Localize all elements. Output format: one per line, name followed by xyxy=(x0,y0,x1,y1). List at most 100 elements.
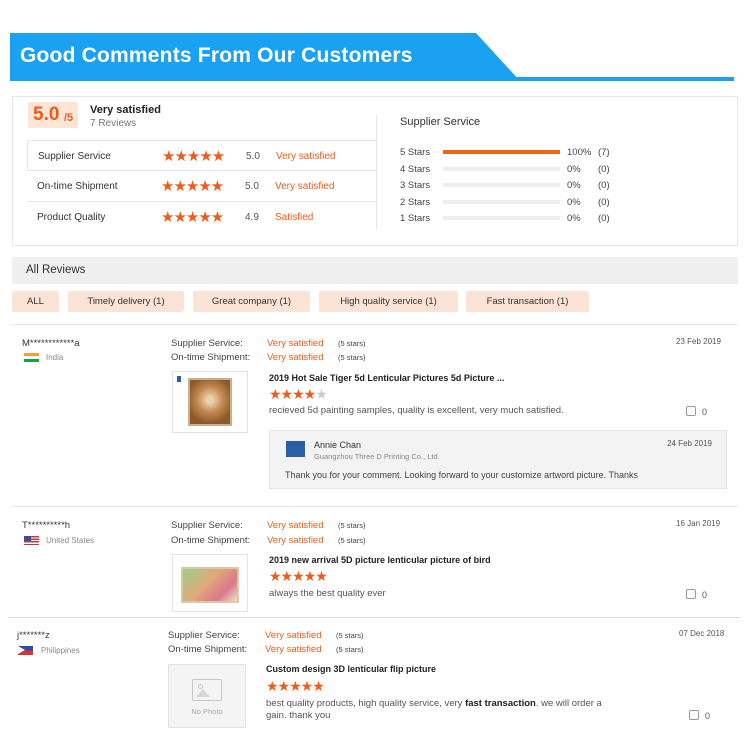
supplier-service-label: Supplier Service: xyxy=(168,630,240,641)
distribution-count: (7) xyxy=(598,147,610,158)
product-rating-stars-icon: ★★★★★ xyxy=(269,568,328,585)
distribution-label: 4 Stars xyxy=(400,164,431,175)
star-rating-icon: ★★★★★ xyxy=(161,209,224,226)
metric-name: Supplier Service xyxy=(38,151,111,162)
distribution-percent: 0% xyxy=(567,197,581,208)
distribution-label: 5 Stars xyxy=(400,147,431,158)
distribution-fill xyxy=(443,150,560,154)
metric-text: Very satisfied xyxy=(275,181,335,192)
bird-picture-image xyxy=(181,567,239,603)
company-logo-icon xyxy=(286,441,305,457)
filter-tag-great-company[interactable]: Great company (1) xyxy=(193,291,310,312)
review-date: 07 Dec 2018 xyxy=(679,629,725,638)
supplier-reply: Annie Chan Guangzhou Three D Printing Co… xyxy=(269,430,727,489)
product-title[interactable]: 2019 Hot Sale Tiger 5d Lenticular Pictur… xyxy=(269,373,504,383)
distribution-percent: 0% xyxy=(567,213,581,224)
thumbs-up-icon xyxy=(689,710,699,720)
reviewer-country: United States xyxy=(46,536,95,545)
reviewer-name: M************a xyxy=(22,338,80,349)
metric-name: Product Quality xyxy=(37,212,106,223)
divider xyxy=(8,617,740,618)
metric-name: On-time Shipment xyxy=(37,181,118,192)
review-comment: always the best quality ever xyxy=(269,588,386,599)
supplier-service-stars: (5 stars) xyxy=(336,631,364,640)
ontime-shipment-label: On-time Shipment: xyxy=(171,352,251,363)
distribution-title: Supplier Service xyxy=(400,116,481,128)
review-date: 23 Feb 2019 xyxy=(676,337,721,346)
page-title: Good Comments From Our Customers xyxy=(20,44,413,67)
distribution-count: (0) xyxy=(598,180,610,191)
all-reviews-bar: All Reviews xyxy=(12,257,738,284)
distribution-label: 2 Stars xyxy=(400,197,431,208)
metric-row-supplier-service: Supplier Service ★★★★★ 5.0 Very satisfie… xyxy=(27,140,377,171)
video-badge-icon xyxy=(177,376,181,382)
ontime-shipment-stars: (5 stars) xyxy=(338,536,366,545)
metric-score: 4.9 xyxy=(245,212,259,223)
distribution-row-3: 3 Stars 0% (0) xyxy=(400,178,720,192)
distribution-bar xyxy=(443,183,560,187)
like-count: 0 xyxy=(702,407,708,417)
header-banner: Good Comments From Our Customers xyxy=(10,33,734,81)
star-rating-icon: ★★★★★ xyxy=(161,178,224,195)
ontime-shipment-label: On-time Shipment: xyxy=(168,644,248,655)
like-button[interactable]: 0 xyxy=(686,589,707,600)
reviewer-name: T**********h xyxy=(22,520,71,531)
philippines-flag-icon xyxy=(18,646,33,655)
supplier-service-value: Very satisfied xyxy=(267,338,324,349)
ontime-shipment-stars: (5 stars) xyxy=(336,645,364,654)
like-count: 0 xyxy=(705,711,711,721)
supplier-service-value: Very satisfied xyxy=(265,630,322,641)
ontime-shipment-value: Very satisfied xyxy=(267,352,324,363)
reviewer-country: Philippines xyxy=(41,646,80,655)
metric-row-product-quality: Product Quality ★★★★★ 4.9 Satisfied xyxy=(27,202,377,233)
reviewer-country: India xyxy=(46,353,64,362)
reply-text: Thank you for your comment. Looking forw… xyxy=(285,470,638,480)
overall-label: Very satisfied xyxy=(90,104,161,116)
ontime-shipment-label: On-time Shipment: xyxy=(171,535,251,546)
filter-tag-timely-delivery[interactable]: Timely delivery (1) xyxy=(68,291,184,312)
rating-summary: 5.0 /5 Very satisfied 7 Reviews Supplier… xyxy=(12,96,738,246)
like-count: 0 xyxy=(702,590,708,600)
distribution-bar xyxy=(443,167,560,171)
product-thumbnail[interactable] xyxy=(172,371,248,433)
supplier-service-stars: (5 stars) xyxy=(338,521,366,530)
star-on-icon: ★★★★ xyxy=(269,386,316,402)
ontime-shipment-stars: (5 stars) xyxy=(338,353,366,362)
distribution-label: 1 Stars xyxy=(400,213,431,224)
review-count: 7 Reviews xyxy=(90,118,137,129)
summary-divider xyxy=(376,115,377,230)
reply-date: 24 Feb 2019 xyxy=(667,439,712,448)
metric-row-ontime-shipment: On-time Shipment ★★★★★ 5.0 Very satisfie… xyxy=(27,171,377,202)
product-thumbnail[interactable]: No Photo xyxy=(168,664,246,728)
product-title[interactable]: 2019 new arrival 5D picture lenticular p… xyxy=(269,555,491,565)
metric-score: 5.0 xyxy=(245,181,259,192)
metric-table: Supplier Service ★★★★★ 5.0 Very satisfie… xyxy=(27,140,377,233)
distribution-row-2: 2 Stars 0% (0) xyxy=(400,195,720,209)
product-rating-stars-icon: ★★★★★ xyxy=(269,386,328,403)
filter-tag-fast-transaction[interactable]: Fast transaction (1) xyxy=(466,291,589,312)
image-placeholder-icon xyxy=(192,679,222,701)
overall-score-badge: 5.0 /5 xyxy=(28,102,78,128)
ontime-shipment-value: Very satisfied xyxy=(265,644,322,655)
reviewer-name: j*******z xyxy=(17,630,50,641)
product-thumbnail[interactable] xyxy=(172,554,248,612)
united-states-flag-icon xyxy=(24,536,39,545)
distribution-percent: 100% xyxy=(567,147,592,158)
like-button[interactable]: 0 xyxy=(686,406,707,417)
supplier-service-label: Supplier Service: xyxy=(171,520,243,531)
filter-tag-high-quality-service[interactable]: High quality service (1) xyxy=(319,291,458,312)
supplier-service-stars: (5 stars) xyxy=(338,339,366,348)
ontime-shipment-value: Very satisfied xyxy=(267,535,324,546)
filter-tag-all[interactable]: ALL xyxy=(12,291,59,312)
distribution-count: (0) xyxy=(598,213,610,224)
metric-text: Satisfied xyxy=(275,212,314,223)
product-title[interactable]: Custom design 3D lenticular flip picture xyxy=(266,664,436,674)
supplier-service-value: Very satisfied xyxy=(267,520,324,531)
like-button[interactable]: 0 xyxy=(689,710,710,721)
distribution-bar xyxy=(443,216,560,220)
overall-score: 5.0 xyxy=(33,104,60,125)
distribution-count: (0) xyxy=(598,197,610,208)
metric-text: Very satisfied xyxy=(276,151,336,162)
distribution-row-1: 1 Stars 0% (0) xyxy=(400,211,720,225)
reply-company: Guangzhou Three D Printing Co., Ltd. xyxy=(314,452,440,461)
